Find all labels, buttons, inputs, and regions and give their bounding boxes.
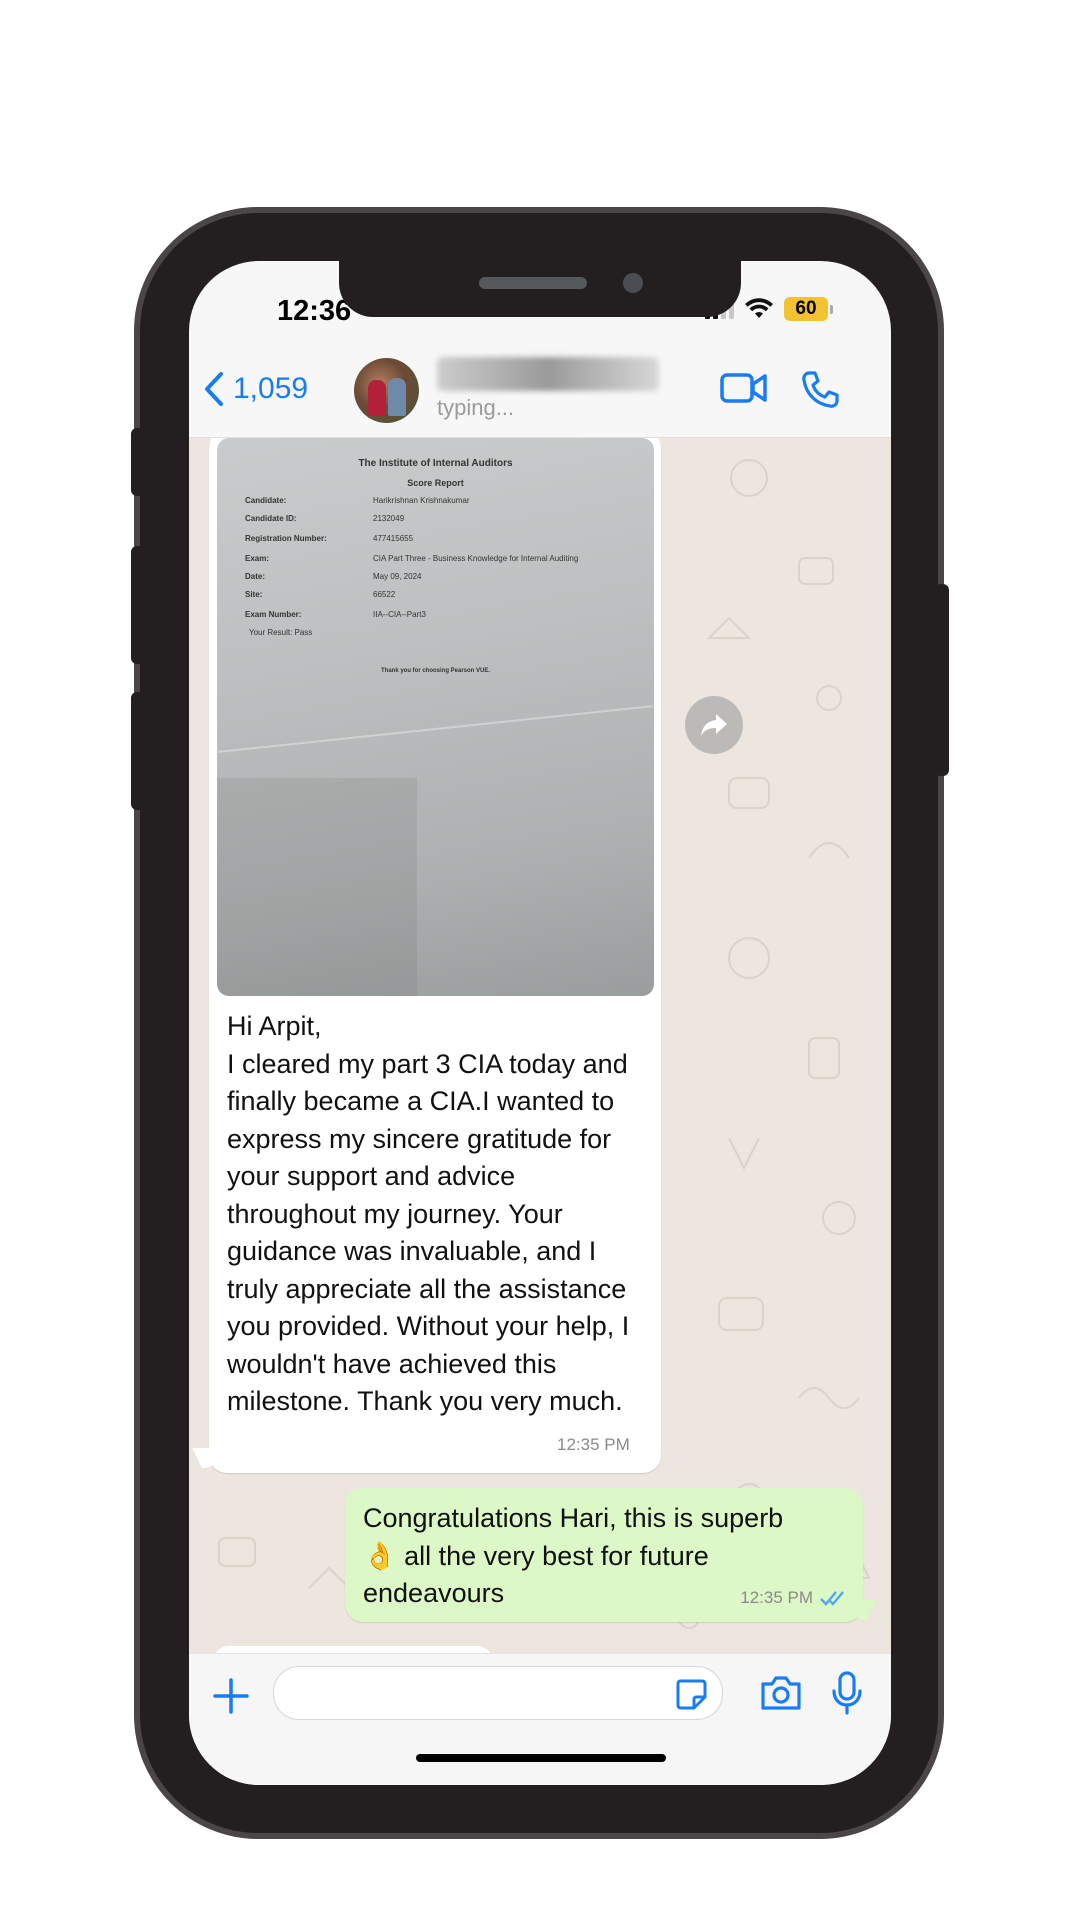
phone-screen: 12:36 60 1,059 typing... The Institute o…: [189, 261, 891, 1785]
doc-result: Your Result: Pass: [249, 628, 313, 637]
incoming-message-bubble[interactable]: The Institute of Internal Auditors Score…: [209, 438, 661, 1473]
next-message-peek: [213, 1646, 493, 1653]
front-camera: [623, 273, 643, 293]
phone-power-button: [935, 584, 949, 776]
double-check-read-icon: [820, 1591, 844, 1606]
forward-icon: [701, 714, 727, 736]
plus-icon[interactable]: [211, 1676, 251, 1716]
phone-side-button: [131, 428, 145, 496]
chat-header: 1,059 typing...: [189, 353, 891, 438]
doc-footer: Thank you for choosing Pearson VUE.: [380, 668, 491, 674]
message-input[interactable]: [273, 1666, 723, 1720]
forward-button[interactable]: [685, 696, 743, 754]
battery-level: 60: [784, 297, 828, 321]
status-time: 12:36: [277, 295, 352, 327]
video-call-icon[interactable]: [719, 369, 769, 407]
score-report-photo[interactable]: The Institute of Internal Auditors Score…: [217, 438, 654, 996]
score-report-document: The Institute of Internal Auditors Score…: [217, 438, 654, 996]
outgoing-message-time: 12:35 PM: [740, 1588, 813, 1607]
sticker-icon[interactable]: [674, 1677, 708, 1711]
notch: [339, 261, 741, 317]
camera-icon[interactable]: [759, 1674, 803, 1712]
phone-icon[interactable]: [799, 369, 841, 411]
phone-volume-down-button: [131, 692, 145, 810]
outgoing-message-meta: 12:35 PM: [740, 1588, 847, 1608]
incoming-message-time: 12:35 PM: [557, 1435, 630, 1454]
unread-count: 1,059: [233, 372, 309, 405]
outgoing-message-bubble[interactable]: Congratulations Hari, this is superb 👌 al…: [345, 1488, 876, 1622]
message-input-bar: [189, 1653, 891, 1785]
microphone-icon[interactable]: [829, 1670, 865, 1716]
incoming-message-text: Hi Arpit, I cleared my part 3 CIA today …: [227, 1011, 630, 1416]
home-indicator[interactable]: [416, 1754, 666, 1762]
contact-name-redacted[interactable]: [437, 357, 659, 391]
chevron-left-icon: [205, 372, 223, 406]
battery-icon: 60: [784, 297, 833, 321]
earpiece-speaker: [479, 277, 587, 289]
phone-volume-up-button: [131, 546, 145, 664]
back-button[interactable]: 1,059: [203, 371, 308, 407]
ok-hand-emoji: 👌: [363, 1540, 397, 1571]
contact-status: typing...: [437, 395, 515, 420]
doc-title: The Institute of Internal Auditors: [358, 458, 513, 469]
contact-avatar[interactable]: [354, 358, 419, 423]
wifi-icon: [745, 298, 773, 318]
chat-area[interactable]: The Institute of Internal Auditors Score…: [189, 438, 891, 1653]
doc-subtitle: Score Report: [407, 478, 464, 488]
